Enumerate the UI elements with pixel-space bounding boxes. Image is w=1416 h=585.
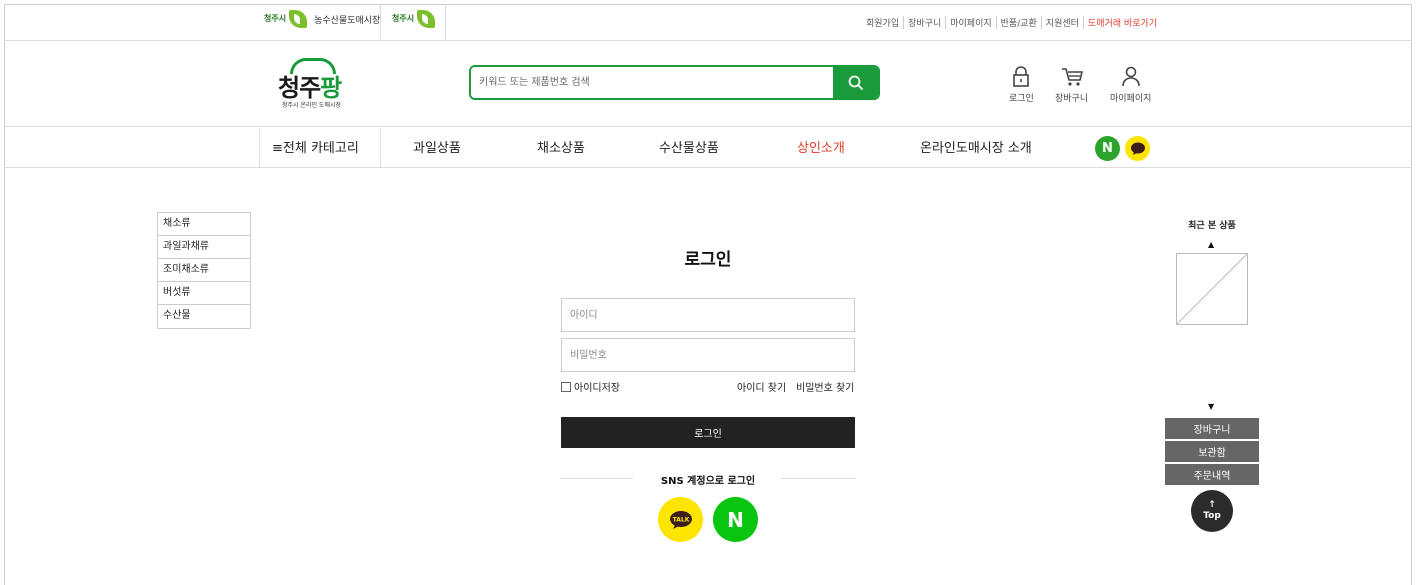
side-category-list: 채소류 과일과채류 조미채소류 버섯류 수산물 xyxy=(157,212,251,329)
side-category-item[interactable]: 수산물 xyxy=(158,305,250,328)
divider xyxy=(380,5,381,41)
link-cart[interactable]: 장바구니 xyxy=(904,16,947,29)
side-category-item[interactable]: 채소류 xyxy=(158,213,250,236)
kakao-talk-text: TALK xyxy=(672,516,689,523)
divider xyxy=(445,5,446,41)
nav-item-fruit[interactable]: 과일상품 xyxy=(413,137,461,156)
link-mypage[interactable]: 마이페이지 xyxy=(946,16,997,29)
header-cart[interactable]: 장바구니 xyxy=(1055,66,1088,104)
link-returns[interactable]: 반품/교환 xyxy=(997,16,1042,29)
scroll-down-arrow[interactable]: ▼ xyxy=(1208,402,1214,411)
top-label: Top xyxy=(1203,511,1221,521)
header-mypage[interactable]: 마이페이지 xyxy=(1110,66,1151,104)
city-leaf-icon xyxy=(417,10,436,28)
cart-icon xyxy=(1061,68,1083,86)
nav-item-vegetable[interactable]: 채소상품 xyxy=(537,137,585,156)
password-input[interactable] xyxy=(561,338,855,372)
logo-subtitle: 청주시 온라인 도매시장 xyxy=(282,102,342,109)
nav-item-market-intro[interactable]: 온라인도매시장 소개 xyxy=(920,137,1032,156)
user-icon xyxy=(1121,66,1140,87)
link-wholesale[interactable]: 도매거래 바로가기 xyxy=(1084,16,1161,29)
city-logo-link[interactable]: 청주시 농수산물도매시장 xyxy=(264,4,380,34)
sns-login-label: SNS 계정으로 로그인 xyxy=(660,476,756,487)
logo-text: 청주팡 xyxy=(278,68,342,103)
remember-checkbox[interactable] xyxy=(561,381,571,392)
quick-cart-button[interactable]: 장바구니 xyxy=(1165,418,1259,439)
naver-login-button[interactable]: N xyxy=(713,497,758,542)
find-password-link[interactable]: 비밀번호 찾기 xyxy=(796,379,854,394)
recent-product-thumbnail[interactable] xyxy=(1176,253,1248,325)
search-input[interactable] xyxy=(471,67,835,98)
link-support[interactable]: 지원센터 xyxy=(1042,16,1084,29)
login-button[interactable]: 로그인 xyxy=(561,417,855,448)
lock-icon xyxy=(1013,66,1030,87)
city-logo-link-2[interactable]: 청주시 xyxy=(392,4,436,34)
top-links: 회원가입 장바구니 마이페이지 반품/교환 지원센터 도매거래 바로가기 xyxy=(866,16,1161,29)
search-icon xyxy=(848,75,863,90)
kakao-chat-icon xyxy=(1130,142,1145,155)
nav-item-seafood[interactable]: 수산물상품 xyxy=(659,137,719,156)
logo-accent: 팡 xyxy=(320,74,342,102)
site-logo[interactable]: 청주팡 청주시 온라인 도매시장 xyxy=(274,58,354,110)
all-category-menu[interactable]: ≡전체 카테고리 xyxy=(272,137,359,156)
find-id-link[interactable]: 아이디 찾기 xyxy=(737,379,786,394)
logo-main: 청주 xyxy=(278,74,321,102)
kakao-login-button[interactable]: TALK xyxy=(658,497,703,542)
header-login-label: 로그인 xyxy=(1009,94,1034,104)
scroll-up-arrow[interactable]: ▲ xyxy=(1208,240,1214,249)
remember-id[interactable]: 아이디저장 xyxy=(561,379,620,394)
header-cart-label: 장바구니 xyxy=(1055,94,1089,104)
link-signup[interactable]: 회원가입 xyxy=(866,16,905,29)
search-bar xyxy=(469,65,880,100)
nav-item-merchants[interactable]: 상인소개 xyxy=(797,137,845,156)
divider xyxy=(259,128,260,168)
recent-products-title: 최근 본 상품 xyxy=(1188,221,1236,231)
side-category-item[interactable]: 조미채소류 xyxy=(158,259,250,282)
quick-orders-button[interactable]: 주문내역 xyxy=(1165,464,1259,485)
page-title: 로그인 xyxy=(684,250,732,270)
kakao-talk-icon: TALK xyxy=(669,510,692,529)
scroll-top-button[interactable]: ↑ Top xyxy=(1191,490,1233,532)
market-name: 농수산물도매시장 xyxy=(314,15,381,26)
quick-wishlist-button[interactable]: 보관함 xyxy=(1165,441,1259,462)
kakao-badge-button[interactable] xyxy=(1125,136,1150,161)
empty-image-icon xyxy=(1176,253,1248,325)
city-name: 청주시 xyxy=(264,14,287,23)
divider xyxy=(380,128,381,168)
city-name-2: 청주시 xyxy=(392,14,415,23)
side-category-item[interactable]: 버섯류 xyxy=(158,282,250,305)
remember-label: 아이디저장 xyxy=(574,383,620,394)
naver-badge-button[interactable]: N xyxy=(1095,136,1120,161)
arrow-up-icon: ↑ xyxy=(1208,500,1216,510)
header-mypage-label: 마이페이지 xyxy=(1110,94,1152,104)
city-leaf-icon xyxy=(289,10,308,28)
header-login[interactable]: 로그인 xyxy=(1009,66,1034,104)
top-utility-bar xyxy=(5,5,1411,41)
search-button[interactable] xyxy=(833,67,878,98)
id-input[interactable] xyxy=(561,298,855,332)
side-category-item[interactable]: 과일과채류 xyxy=(158,236,250,259)
